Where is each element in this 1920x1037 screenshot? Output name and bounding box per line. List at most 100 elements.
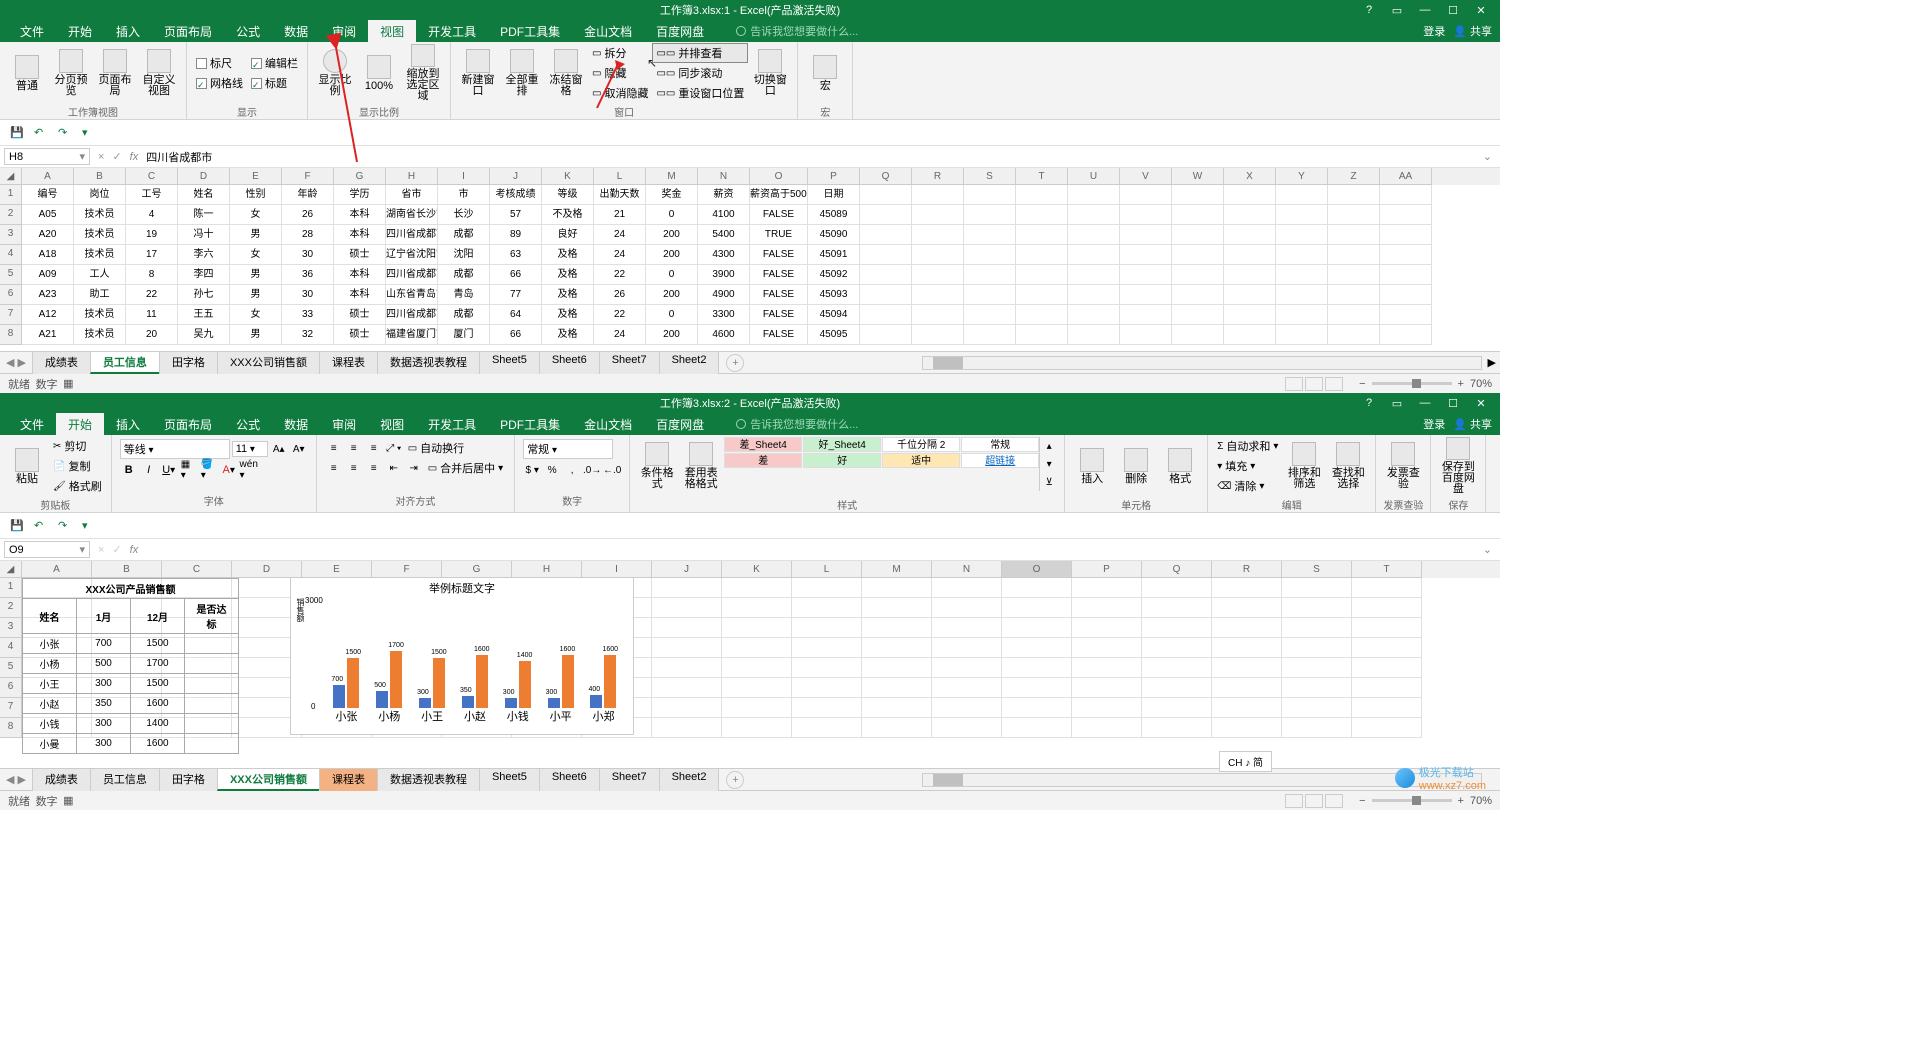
cell[interactable]: 女 xyxy=(230,305,282,325)
col-head[interactable]: W xyxy=(1172,168,1224,185)
sheet-tab[interactable]: Sheet6 xyxy=(539,768,600,791)
cut-button[interactable]: ✂ 剪切 xyxy=(50,437,105,455)
sheet-tab[interactable]: 员工信息 xyxy=(90,351,160,374)
cell[interactable]: 本科 xyxy=(334,265,386,285)
row-number[interactable]: 2 xyxy=(0,598,22,618)
cell[interactable]: 200 xyxy=(646,245,698,265)
cell[interactable] xyxy=(1142,678,1212,698)
cell[interactable] xyxy=(1120,325,1172,345)
cell[interactable]: 本科 xyxy=(334,225,386,245)
row-number[interactable]: 6 xyxy=(0,285,22,305)
save-icon-2[interactable]: 💾 xyxy=(10,519,24,533)
cell[interactable]: 77 xyxy=(490,285,542,305)
share-button[interactable]: 👤 共享 xyxy=(1453,23,1492,39)
cell[interactable]: 山东省青岛市 xyxy=(386,285,438,305)
cell[interactable] xyxy=(912,305,964,325)
col-head[interactable]: C xyxy=(162,561,232,578)
cell[interactable] xyxy=(932,638,1002,658)
cell[interactable]: 45095 xyxy=(808,325,860,345)
col-head[interactable]: U xyxy=(1068,168,1120,185)
cell[interactable] xyxy=(860,185,912,205)
row-number[interactable]: 2 xyxy=(0,205,22,225)
font-name-select[interactable]: 等线 ▾ xyxy=(120,439,230,459)
cell[interactable] xyxy=(932,598,1002,618)
cell[interactable] xyxy=(1002,718,1072,738)
maximize-icon-2[interactable]: ☐ xyxy=(1446,397,1460,410)
cell[interactable]: 辽宁省沈阳市 xyxy=(386,245,438,265)
cell[interactable] xyxy=(1212,718,1282,738)
cell[interactable] xyxy=(964,185,1016,205)
cell[interactable] xyxy=(1016,265,1068,285)
tab-file[interactable]: 文件 xyxy=(8,20,56,43)
cell[interactable] xyxy=(1282,698,1352,718)
cell[interactable]: A18 xyxy=(22,245,74,265)
cell[interactable] xyxy=(792,678,862,698)
cell[interactable] xyxy=(1068,305,1120,325)
cell[interactable] xyxy=(964,285,1016,305)
cell[interactable] xyxy=(722,718,792,738)
cell[interactable]: 26 xyxy=(594,285,646,305)
cell[interactable] xyxy=(722,618,792,638)
cell[interactable]: 技术员 xyxy=(74,325,126,345)
zoom-out-icon[interactable]: − xyxy=(1359,378,1365,390)
sheet-nav-last[interactable]: ▶ xyxy=(17,356,25,369)
gridlines-check[interactable]: 网格线 xyxy=(193,74,246,92)
cell[interactable] xyxy=(1016,285,1068,305)
tab-pdf-2[interactable]: PDF工具集 xyxy=(488,413,572,436)
cell[interactable]: 4300 xyxy=(698,245,750,265)
cell[interactable] xyxy=(722,598,792,618)
cell[interactable] xyxy=(1072,598,1142,618)
cell[interactable] xyxy=(1072,578,1142,598)
cell[interactable] xyxy=(792,598,862,618)
style-cell[interactable]: 超链接 xyxy=(961,453,1039,468)
shrink-font-button[interactable]: A▾ xyxy=(290,440,308,458)
hide-button[interactable]: ▭ 隐藏 xyxy=(589,64,651,82)
tab-layout[interactable]: 页面布局 xyxy=(152,20,224,43)
sheet-tab[interactable]: 数据透视表教程 xyxy=(377,768,480,791)
sheet-tab[interactable]: Sheet6 xyxy=(539,351,600,374)
view-layout-icon[interactable] xyxy=(1305,377,1323,391)
tab-wps[interactable]: 金山文档 xyxy=(572,20,644,43)
cell[interactable]: 本科 xyxy=(334,205,386,225)
cell[interactable]: 男 xyxy=(230,325,282,345)
sales-table[interactable]: XXX公司产品销售额姓名1月12月是否达标小张7001500小杨5001700小… xyxy=(22,578,239,754)
col-head[interactable]: T xyxy=(1016,168,1068,185)
cell[interactable] xyxy=(1068,185,1120,205)
dec-decimal-button[interactable]: ←.0 xyxy=(603,461,621,479)
minimize-icon[interactable]: — xyxy=(1418,4,1432,17)
cell[interactable]: A05 xyxy=(22,205,74,225)
cell[interactable] xyxy=(1068,285,1120,305)
cell[interactable]: FALSE xyxy=(750,325,808,345)
switch-window-button[interactable]: 切换窗口 xyxy=(749,44,791,102)
cell[interactable]: 200 xyxy=(646,325,698,345)
cell[interactable]: 66 xyxy=(490,325,542,345)
expand-formula-icon[interactable]: ⌄ xyxy=(1475,150,1500,163)
clear-button[interactable]: ⌫ 清除 ▾ xyxy=(1214,477,1281,495)
zoom-in-icon-2[interactable]: + xyxy=(1458,795,1464,807)
cell[interactable]: 学历 xyxy=(334,185,386,205)
cell[interactable]: 姓名 xyxy=(178,185,230,205)
reset-window-button[interactable]: ▭▭ 重设窗口位置 xyxy=(653,84,747,102)
cell[interactable] xyxy=(1068,325,1120,345)
phonetic-button[interactable]: wén ▾ xyxy=(240,461,258,479)
cell[interactable]: 福建省厦门市 xyxy=(386,325,438,345)
cell[interactable] xyxy=(1016,305,1068,325)
cell[interactable] xyxy=(912,325,964,345)
tell-me-2[interactable]: 告诉我您想要做什么... xyxy=(736,416,858,432)
col-head[interactable]: F xyxy=(282,168,334,185)
cell[interactable]: 王五 xyxy=(178,305,230,325)
currency-button[interactable]: $ ▾ xyxy=(523,461,541,479)
arrange-all-button[interactable]: 全部重排 xyxy=(501,44,543,102)
redo-icon-2[interactable]: ↷ xyxy=(58,519,72,533)
cell[interactable]: 技术员 xyxy=(74,245,126,265)
cell[interactable] xyxy=(1328,285,1380,305)
cell[interactable]: 编号 xyxy=(22,185,74,205)
undo-icon-2[interactable]: ↶ xyxy=(34,519,48,533)
cell[interactable]: 技术员 xyxy=(74,205,126,225)
sheet-tab[interactable]: XXX公司销售额 xyxy=(217,768,320,791)
cell[interactable] xyxy=(1072,698,1142,718)
embedded-chart[interactable]: 举例标题文字销售额3000070015005001700300150035016… xyxy=(290,577,634,735)
col-head[interactable]: V xyxy=(1120,168,1172,185)
cell[interactable] xyxy=(932,698,1002,718)
cell[interactable] xyxy=(792,578,862,598)
